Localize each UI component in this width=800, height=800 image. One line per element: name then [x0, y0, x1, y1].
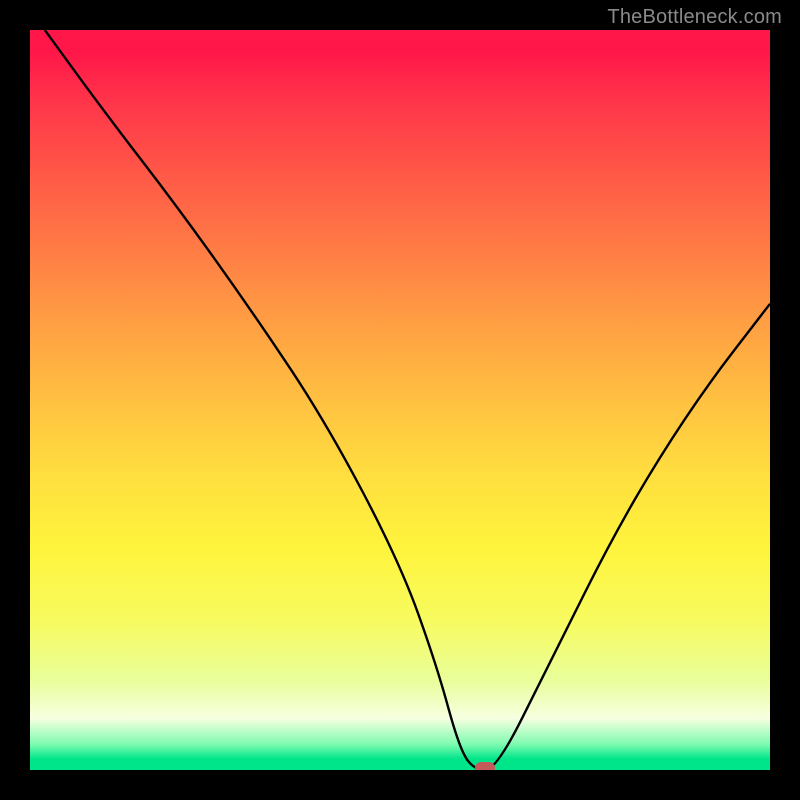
- bottleneck-curve: [45, 30, 770, 770]
- plot-area: [30, 30, 770, 770]
- watermark-text: TheBottleneck.com: [607, 6, 782, 29]
- minimum-marker: [475, 762, 495, 770]
- chart-container: TheBottleneck.com: [0, 0, 800, 800]
- curve-svg: [30, 30, 770, 770]
